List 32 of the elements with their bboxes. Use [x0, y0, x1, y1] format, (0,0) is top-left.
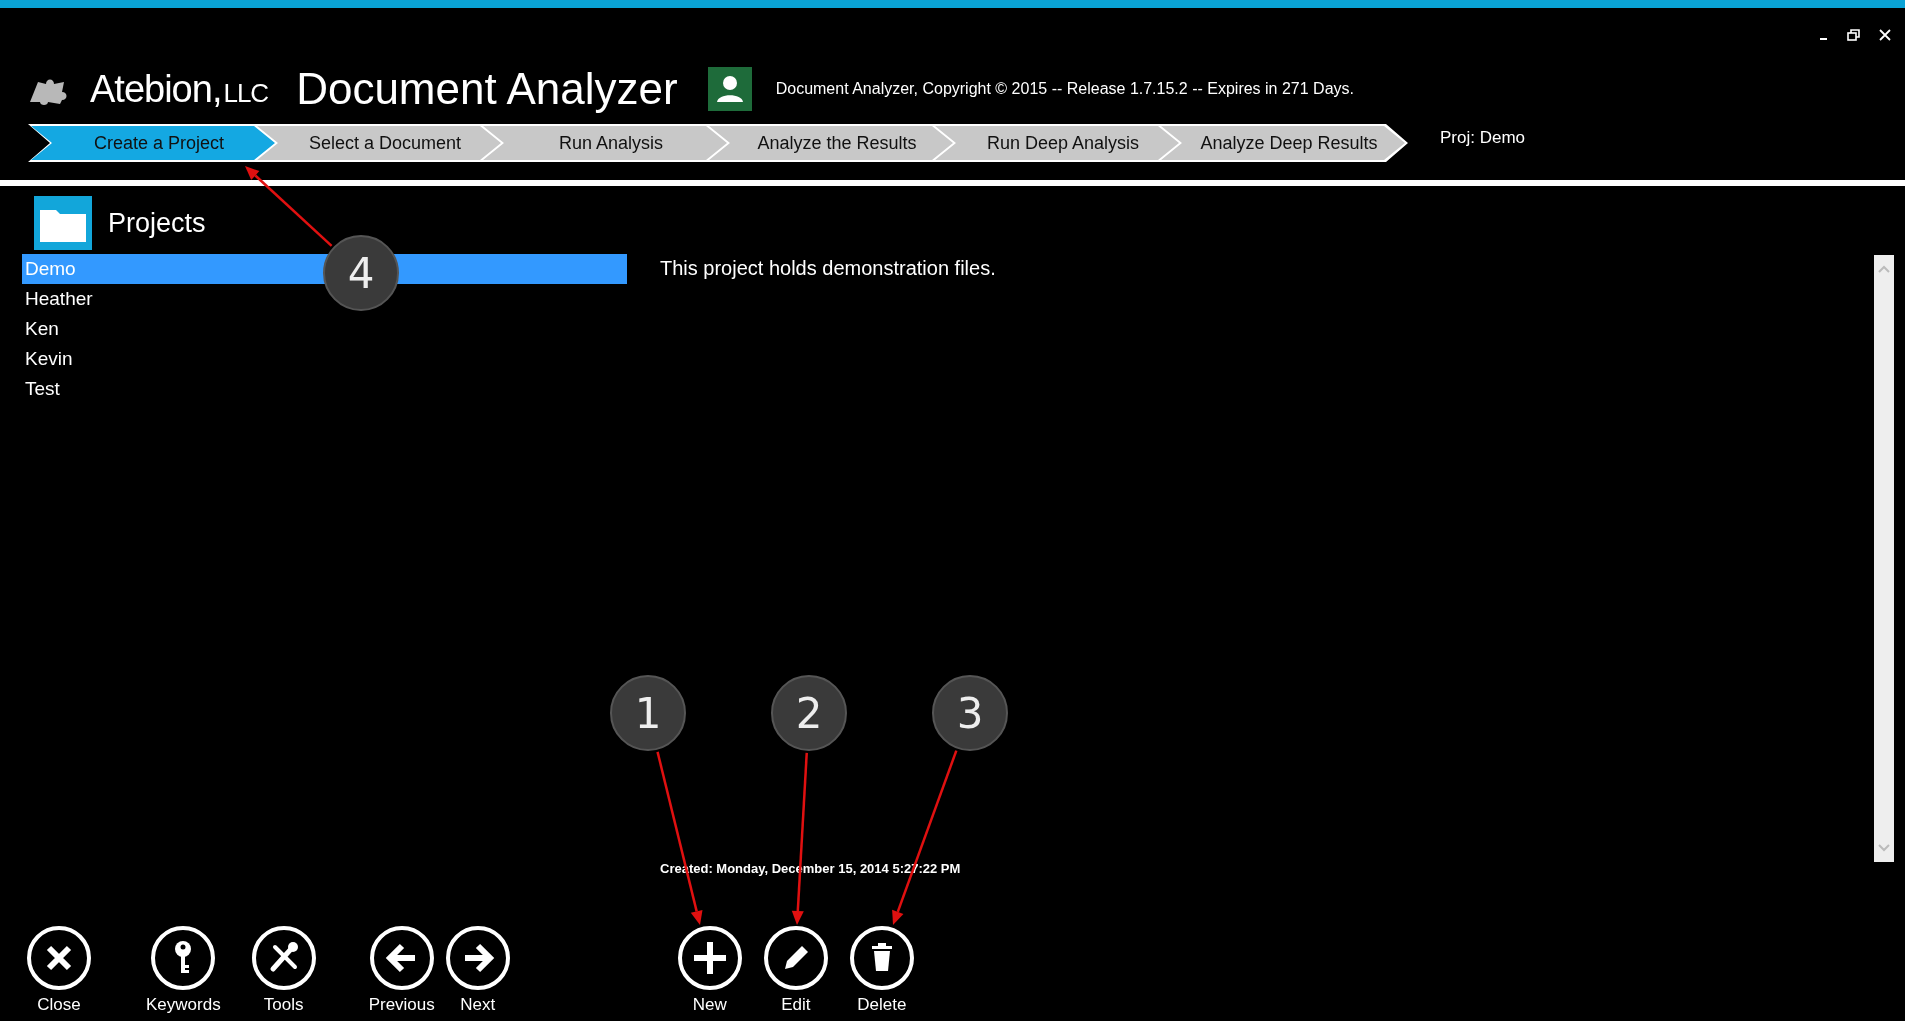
current-project-label: Proj: Demo	[1440, 128, 1526, 148]
workflow-step-tab[interactable]: Analyze Deep Results	[1158, 124, 1408, 162]
project-list-item[interactable]: Kevin	[22, 344, 627, 374]
callout-badge: 3	[932, 675, 1008, 751]
copyright-text: Document Analyzer, Copyright © 2015 -- Release 1.7.15.2 -- Expires in 271 Days.	[775, 80, 1354, 98]
edit-button[interactable]: Edit	[762, 925, 829, 1015]
pencil-icon	[762, 925, 829, 991]
tools-button[interactable]: Tools	[250, 925, 317, 1015]
previous-button[interactable]: Previous	[368, 925, 435, 1015]
tools-icon	[250, 925, 317, 991]
key-button[interactable]: Keywords	[146, 925, 221, 1015]
callout-badge: 2	[771, 675, 847, 751]
plus-icon	[676, 925, 743, 991]
callout-badge: 1	[610, 675, 686, 751]
trash-icon	[848, 925, 915, 991]
projects-heading: Projects	[108, 207, 206, 239]
project-list-item[interactable]: Ken	[22, 314, 627, 344]
delete-button[interactable]: Delete	[848, 925, 915, 1015]
next-button[interactable]: Next	[444, 925, 511, 1015]
folder-icon	[34, 196, 92, 250]
restore-icon[interactable]	[1847, 29, 1861, 41]
key-icon	[150, 925, 217, 991]
close-icon[interactable]	[1879, 29, 1891, 41]
user-icon[interactable]	[707, 67, 752, 111]
project-description: This project holds demonstration files.	[660, 257, 997, 280]
new-button[interactable]: New	[676, 925, 743, 1015]
callout-badge: 4	[323, 235, 399, 311]
project-list-item[interactable]: Test	[22, 374, 627, 404]
close-icon	[26, 925, 92, 991]
app-title: Document Analyzer	[296, 64, 678, 114]
close-button[interactable]: Close	[26, 925, 92, 1015]
company-logo-text: Atebion,LLC	[90, 67, 269, 111]
